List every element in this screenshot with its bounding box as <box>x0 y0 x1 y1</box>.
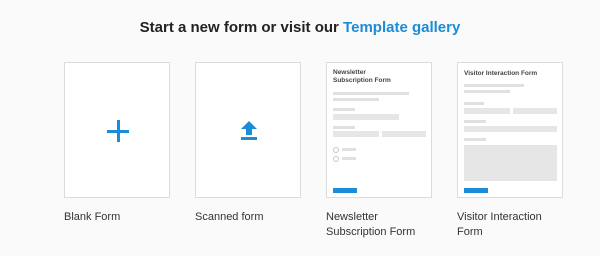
preview-text-line <box>333 92 409 95</box>
heading-text: Start a new form or visit our <box>139 19 344 36</box>
newsletter-template-label[interactable]: Newsletter Subscription Form <box>326 210 446 240</box>
preview-field <box>333 114 399 120</box>
scanned-form-label[interactable]: Scanned form <box>195 210 315 225</box>
preview-label-line <box>464 120 486 123</box>
blank-form-card[interactable] <box>64 62 170 198</box>
scanned-form-card[interactable] <box>195 62 301 198</box>
preview-radio <box>333 147 339 153</box>
page-heading: Start a new form or visit our Template g… <box>0 19 600 36</box>
template-gallery-link[interactable]: Template gallery <box>343 19 460 36</box>
preview-title: Newsletter Subscription Form <box>333 69 391 84</box>
template-picker: Start a new form or visit our Template g… <box>0 0 600 256</box>
preview-field <box>333 131 379 137</box>
preview-text-line <box>464 84 524 87</box>
preview-field <box>382 131 426 137</box>
preview-submit-button <box>333 188 357 193</box>
preview-title: Visitor Interaction Form <box>464 70 538 77</box>
preview-label-line <box>333 108 355 111</box>
preview-option-line <box>342 148 356 151</box>
preview-text-line <box>464 90 510 93</box>
preview-submit-button <box>464 188 488 193</box>
plus-icon <box>107 120 129 142</box>
preview-label-line <box>464 102 484 105</box>
preview-option-line <box>342 157 356 160</box>
preview-field <box>464 108 510 114</box>
preview-label-line <box>464 138 486 141</box>
preview-textarea <box>464 145 557 181</box>
preview-radio <box>333 156 339 162</box>
visitor-template-label[interactable]: Visitor Interaction Form <box>457 210 577 240</box>
visitor-template-card[interactable]: Visitor Interaction Form <box>457 62 563 198</box>
upload-icon <box>241 121 257 140</box>
preview-label-line <box>333 126 355 129</box>
newsletter-template-card[interactable]: Newsletter Subscription Form <box>326 62 432 198</box>
preview-field <box>464 126 557 132</box>
blank-form-label[interactable]: Blank Form <box>64 210 184 225</box>
preview-field <box>513 108 557 114</box>
preview-text-line <box>333 98 379 101</box>
